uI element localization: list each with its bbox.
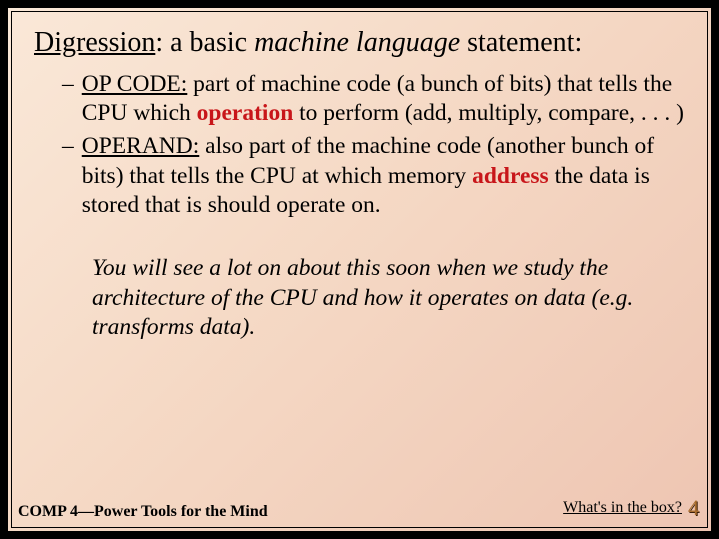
title-text-1: : a basic [155,27,254,58]
slide-mid-frame: Digression: a basic machine language sta… [6,6,713,533]
bullet-item: – OPERAND: also part of the machine code… [62,132,685,220]
slide-footer: COMP 4—Power Tools for the Mind What's i… [12,495,707,521]
bullet-highlight: operation [197,100,294,126]
slide-note: You will see a lot on about this soon wh… [92,254,645,342]
bullet-term: OP CODE: [82,71,188,97]
bullet-highlight: address [472,163,549,189]
title-keyword: Digression [34,27,155,58]
slide-title: Digression: a basic machine language sta… [34,26,685,60]
slide-outer-frame: Digression: a basic machine language sta… [0,0,719,539]
bullet-content: OP CODE: part of machine code (a bunch o… [82,70,685,129]
title-text-2: statement: [460,27,582,58]
footer-right-group: What's in the box? 4 [563,495,699,521]
footer-link-text: What's in the box? [563,499,682,517]
bullet-item: – OP CODE: part of machine code (a bunch… [62,70,685,129]
title-italic: machine language [254,27,460,58]
bullet-list: – OP CODE: part of machine code (a bunch… [62,70,685,221]
bullet-term: OPERAND: [82,133,200,159]
footer-left-text: COMP 4—Power Tools for the Mind [18,503,268,521]
slide-inner-frame: Digression: a basic machine language sta… [11,11,708,528]
bullet-text-post: to perform (add, multiply, compare, . . … [293,100,684,126]
page-number: 4 [688,495,699,521]
bullet-dash: – [62,70,74,129]
bullet-content: OPERAND: also part of the machine code (… [82,132,685,220]
bullet-dash: – [62,132,74,220]
